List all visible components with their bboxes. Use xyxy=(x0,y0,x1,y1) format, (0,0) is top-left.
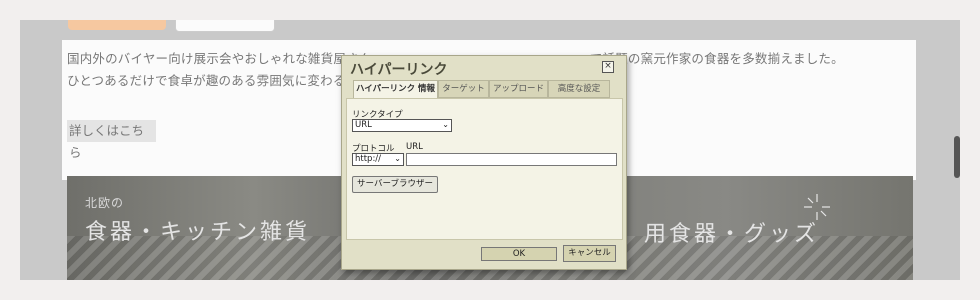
primary-button[interactable] xyxy=(68,20,166,30)
link-type-select[interactable]: URL ⌄ xyxy=(352,119,452,132)
banner-title-left: 食器・キッチン雑貨 xyxy=(85,220,311,245)
secondary-button[interactable] xyxy=(175,20,275,32)
paragraph-intro-head: 国内外のバイヤー向け展示会やおしゃれな雑貨屋さん xyxy=(67,51,372,66)
tab-link-info[interactable]: ハイパーリンク 情報 xyxy=(353,80,438,99)
chevron-down-icon: ⌄ xyxy=(442,120,449,129)
tab-target[interactable]: ターゲット xyxy=(438,80,489,98)
server-browser-button[interactable]: サーバーブラウザー xyxy=(352,176,438,193)
link-info-panel: リンクタイプ URL ⌄ プロトコル URL http:// ⌄ サーバーブラウ… xyxy=(346,98,623,240)
banner-title-right: 用食器・グッズ xyxy=(644,222,820,247)
ok-button[interactable]: OK xyxy=(481,247,557,261)
protocol-select[interactable]: http:// ⌄ xyxy=(352,153,404,166)
detail-link[interactable]: 詳しくはこちら xyxy=(67,120,156,160)
sparkle-icon xyxy=(804,194,830,220)
cancel-button[interactable]: キャンセル xyxy=(563,245,616,262)
tab-upload[interactable]: アップロード xyxy=(489,80,548,98)
link-type-value: URL xyxy=(355,120,372,130)
banner-small-label: 北欧の xyxy=(85,196,125,210)
protocol-value: http:// xyxy=(355,154,382,164)
url-label: URL xyxy=(406,142,423,152)
scrollbar-thumb[interactable] xyxy=(954,136,960,178)
url-input[interactable] xyxy=(406,153,617,166)
chevron-down-icon: ⌄ xyxy=(394,154,401,163)
tab-advanced[interactable]: 高度な設定 xyxy=(548,80,610,98)
top-toolbar xyxy=(20,20,960,40)
dialog-title: ハイパーリンク xyxy=(350,62,448,78)
paragraph-intro-tail: で話題の窯元作家の食器を多数揃えました。 xyxy=(589,51,844,66)
hyperlink-dialog: ハイパーリンク × ハイパーリンク 情報 ターゲット アップロード 高度な設定 … xyxy=(341,55,627,270)
paragraph-second: ひとつあるだけで食卓が趣のある雰囲気に変わる魅 xyxy=(67,73,359,88)
close-icon[interactable]: × xyxy=(602,61,614,73)
